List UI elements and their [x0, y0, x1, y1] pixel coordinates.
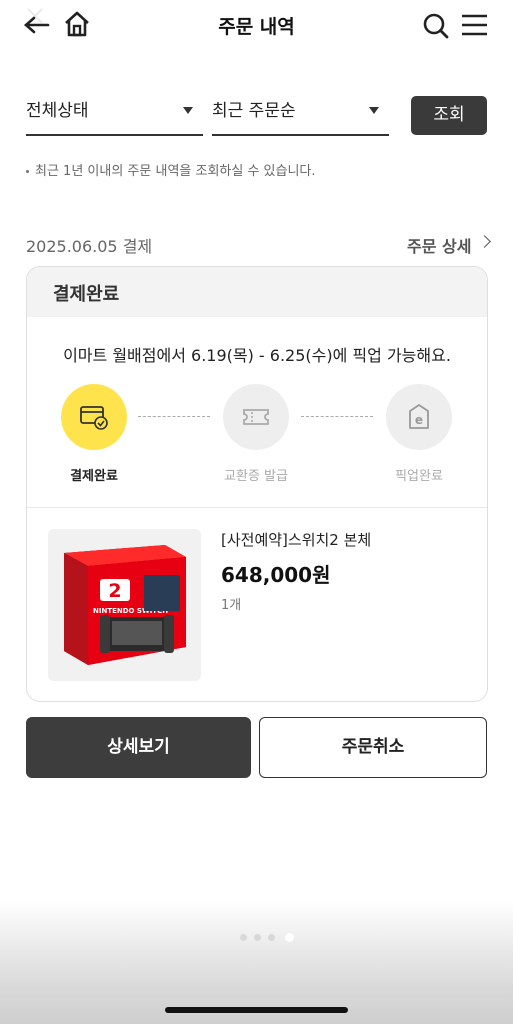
order-card: 결제완료 이마트 월배점에서 6.19(목) - 6.25(수)에 픽업 가능해…	[26, 266, 488, 702]
step-payment-complete	[61, 384, 127, 450]
chevron-down-icon	[369, 107, 379, 114]
view-detail-button[interactable]: 상세보기	[26, 717, 251, 778]
order-date: 2025.06.05 결제	[26, 237, 153, 256]
product-thumbnail[interactable]: 2 NINTENDO SWITCH	[48, 529, 201, 681]
card-check-icon	[80, 406, 108, 430]
sort-select[interactable]: 최근 주문순	[212, 88, 389, 136]
search-icon[interactable]	[422, 12, 450, 40]
bottom-fade	[0, 900, 513, 1024]
sort-select-value: 최근 주문순	[212, 101, 296, 121]
status-select[interactable]: 전체상태	[26, 88, 203, 136]
box-number: 2	[108, 580, 121, 602]
page-dot	[240, 934, 247, 941]
search-button[interactable]: 조회	[411, 96, 487, 135]
product-name[interactable]: [사전예약]스위치2 본체	[221, 529, 371, 550]
emart-bag-icon: e	[409, 404, 429, 429]
step-connector	[138, 416, 210, 417]
order-status: 결제완료	[53, 284, 120, 305]
pickup-message: 이마트 월배점에서 6.19(목) - 6.25(수)에 픽업 가능해요.	[63, 346, 451, 365]
card-header: 결제완료	[27, 267, 487, 317]
page-dot	[254, 934, 261, 941]
product-quantity: 1개	[221, 598, 242, 613]
step-label: 결제완료	[70, 469, 118, 484]
page-indicator	[240, 933, 300, 944]
home-indicator[interactable]	[165, 1007, 348, 1013]
page-dot	[268, 934, 275, 941]
step-voucher-issued	[223, 384, 289, 450]
switch2-box-image: 2 NINTENDO SWITCH	[64, 545, 186, 665]
chevron-right-icon[interactable]	[478, 235, 491, 248]
chevron-down-icon	[183, 107, 193, 114]
app-header: 주문 내역	[0, 0, 513, 50]
card-divider	[27, 507, 487, 508]
ticket-icon	[243, 409, 269, 425]
product-price: 648,000원	[221, 563, 331, 587]
notice-text: 최근 1년 이내의 주문 내역을 조회하실 수 있습니다.	[26, 160, 316, 179]
step-connector	[301, 416, 373, 417]
step-label: 교환증 발급	[224, 469, 288, 484]
cancel-order-button[interactable]: 주문취소	[259, 717, 487, 778]
svg-text:e: e	[415, 413, 423, 427]
step-label: 픽업완료	[395, 469, 443, 484]
order-detail-link[interactable]: 주문 상세	[407, 233, 471, 257]
status-select-value: 전체상태	[26, 101, 89, 121]
step-pickup-complete: e	[386, 384, 452, 450]
menu-icon[interactable]	[461, 13, 488, 37]
page-dot-active	[285, 933, 294, 942]
